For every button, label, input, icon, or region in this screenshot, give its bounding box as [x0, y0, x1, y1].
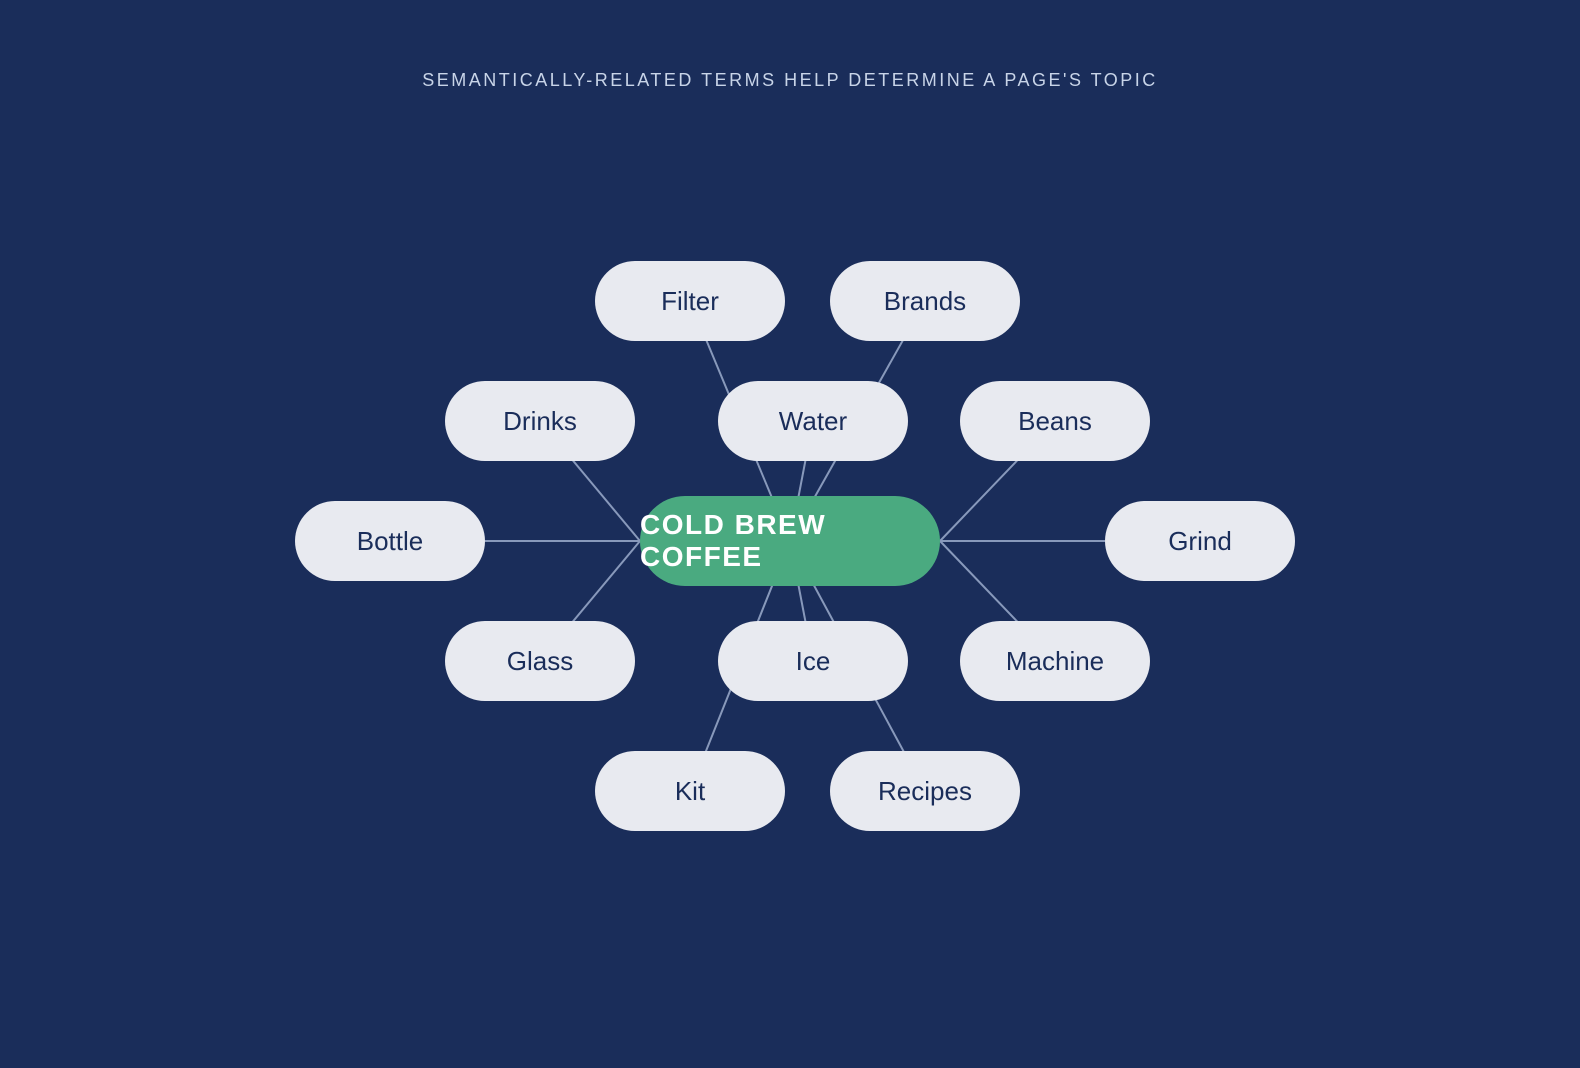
node-brands: Brands [830, 261, 1020, 341]
node-filter: Filter [595, 261, 785, 341]
node-ice-label: Ice [796, 646, 831, 677]
node-machine-label: Machine [1006, 646, 1104, 677]
node-recipes: Recipes [830, 751, 1020, 831]
node-glass: Glass [445, 621, 635, 701]
node-grind: Grind [1105, 501, 1295, 581]
node-glass-label: Glass [507, 646, 573, 677]
node-water-label: Water [779, 406, 847, 437]
node-kit: Kit [595, 751, 785, 831]
node-drinks-label: Drinks [503, 406, 577, 437]
node-brands-label: Brands [884, 286, 966, 317]
node-water: Water [718, 381, 908, 461]
page-subtitle: SEMANTICALLY-RELATED TERMS HELP DETERMIN… [422, 70, 1158, 91]
page-container: SEMANTICALLY-RELATED TERMS HELP DETERMIN… [0, 0, 1580, 1068]
node-cold-brew-coffee: COLD BREW COFFEE [640, 496, 940, 586]
node-bottle: Bottle [295, 501, 485, 581]
diagram-area: COLD BREW COFFEE Filter Brands Drinks Wa… [240, 111, 1340, 971]
node-ice: Ice [718, 621, 908, 701]
node-beans-label: Beans [1018, 406, 1092, 437]
node-beans: Beans [960, 381, 1150, 461]
node-kit-label: Kit [675, 776, 705, 807]
node-filter-label: Filter [661, 286, 719, 317]
node-drinks: Drinks [445, 381, 635, 461]
node-grind-label: Grind [1168, 526, 1232, 557]
node-machine: Machine [960, 621, 1150, 701]
node-center-label: COLD BREW COFFEE [640, 509, 940, 573]
node-bottle-label: Bottle [357, 526, 424, 557]
node-recipes-label: Recipes [878, 776, 972, 807]
